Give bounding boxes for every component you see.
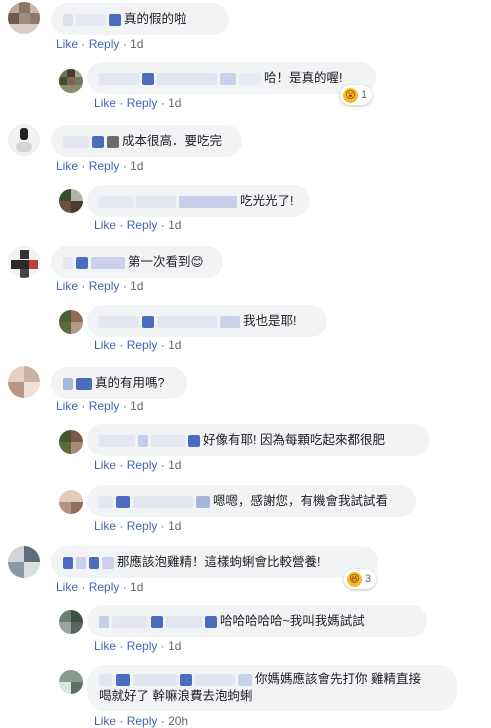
comment-actions: Like · Reply · 1d [56,580,144,594]
reply-link[interactable]: Reply [127,458,158,472]
reply-link[interactable]: Reply [89,399,120,413]
like-link[interactable]: Like [56,37,78,51]
comment-text: 好像有耶! 因為每顆吃起來都很肥 [203,433,385,447]
comment-actions: Like · Reply · 1d [94,519,182,533]
comment-bubble: 你媽媽應該會先打你 雞精直接 喝就好了 幹嘛浪費去泡蚼蜊 [87,665,457,711]
comment-text: 我也是耶! [243,314,297,328]
avatar[interactable] [59,610,83,634]
like-link[interactable]: Like [56,580,78,594]
comment-time: 1d [168,519,182,533]
comment-bubble: 第一次看到😊 [51,246,223,278]
comment-actions: Like · Reply · 1d [94,96,182,110]
avatar[interactable] [59,670,83,694]
comment-time: 1d [130,279,144,293]
reply-link[interactable]: Reply [127,338,158,352]
comment-time: 1d [168,218,182,232]
reply-link[interactable]: Reply [127,218,158,232]
reply-link[interactable]: Reply [89,580,120,594]
reply-link[interactable]: Reply [127,96,158,110]
comment-time: 1d [130,159,144,173]
comment-time: 1d [168,458,182,472]
like-link[interactable]: Like [94,458,116,472]
comment-time: 1d [168,338,182,352]
comment-text: 嗯嗯，感謝您，有機會我試試看 [213,494,389,508]
avatar[interactable] [59,430,83,454]
haha-emoji-icon: 😆 [347,571,362,587]
comment-text: 成本很高．要吃完 [122,134,223,148]
avatar[interactable] [59,490,83,514]
comment-bubble: 嗯嗯，感謝您，有機會我試試看 [87,485,416,517]
comment-text: 那應該泡雞精！這樣蚼蜊會比較營養! [117,555,321,569]
avatar[interactable] [8,366,40,398]
comment-actions: Like · Reply · 1d [56,279,144,293]
comment-actions: Like · Reply · 1d [56,159,144,173]
avatar[interactable] [59,189,83,213]
like-link[interactable]: Like [94,714,116,728]
comment-bubble: 我也是耶! [87,305,327,337]
comment-bubble: 哈哈哈哈哈~我叫我媽試試 [87,605,427,637]
reaction-count-badge[interactable]: 😆 3 [344,569,377,589]
comment-time: 1d [130,399,144,413]
avatar[interactable] [59,69,83,93]
comment-time: 20h [168,714,189,728]
comment-text: 哈哈哈哈哈~我叫我媽試試 [220,614,365,628]
comment-time: 1d [168,639,182,653]
comment-actions: Like · Reply · 1d [56,37,144,51]
avatar[interactable] [59,310,83,334]
comment-actions: Like · Reply · 20h [94,714,189,728]
comment-actions: Like · Reply · 1d [94,218,182,232]
reply-link[interactable]: Reply [127,639,158,653]
comment-bubble: 吃光光了! [87,185,310,217]
avatar[interactable] [8,124,40,156]
avatar[interactable] [8,2,40,34]
comment-text-continued: 喝就好了 幹嘛浪費去泡蚼蜊 [99,689,253,703]
like-link[interactable]: Like [56,279,78,293]
like-link[interactable]: Like [94,639,116,653]
reaction-count-badge[interactable]: 😮 1 [340,85,373,105]
comment-actions: Like · Reply · 1d [56,399,144,413]
reply-link[interactable]: Reply [89,37,120,51]
comment-text: 真的假的啦 [124,12,187,26]
like-link[interactable]: Like [94,519,116,533]
reply-link[interactable]: Reply [89,159,120,173]
like-link[interactable]: Like [56,159,78,173]
comment-text: 真的有用嗎? [95,376,165,390]
comment-time: 1d [130,37,144,51]
comment-actions: Like · Reply · 1d [94,458,182,472]
comment-text: 吃光光了! [240,194,294,208]
comment-bubble: 真的有用嗎? [51,367,187,399]
reply-link[interactable]: Reply [127,714,158,728]
comment-actions: Like · Reply · 1d [94,338,182,352]
comment-bubble: 好像有耶! 因為每顆吃起來都很肥 [87,424,430,456]
reply-link[interactable]: Reply [89,279,120,293]
avatar[interactable] [8,546,40,578]
like-link[interactable]: Like [94,338,116,352]
comment-time: 1d [168,96,182,110]
like-link[interactable]: Like [94,218,116,232]
comment-time: 1d [130,580,144,594]
comment-bubble: 真的假的啦 [51,3,229,35]
like-link[interactable]: Like [94,96,116,110]
comment-text: 第一次看到😊 [128,255,204,269]
comment-bubble: 那應該泡雞精！這樣蚼蜊會比較營養! [51,546,378,578]
comment-actions: Like · Reply · 1d [94,639,182,653]
comment-bubble: 哈！是真的喔! [87,62,376,94]
comment-text: 哈！是真的喔! [264,71,343,85]
like-link[interactable]: Like [56,399,78,413]
wow-emoji-icon: 😮 [343,87,358,103]
comment-text: 你媽媽應該會先打你 雞精直接 [255,672,421,686]
reply-link[interactable]: Reply [127,519,158,533]
comment-bubble: 成本很高．要吃完 [51,125,242,157]
avatar[interactable] [8,246,40,278]
